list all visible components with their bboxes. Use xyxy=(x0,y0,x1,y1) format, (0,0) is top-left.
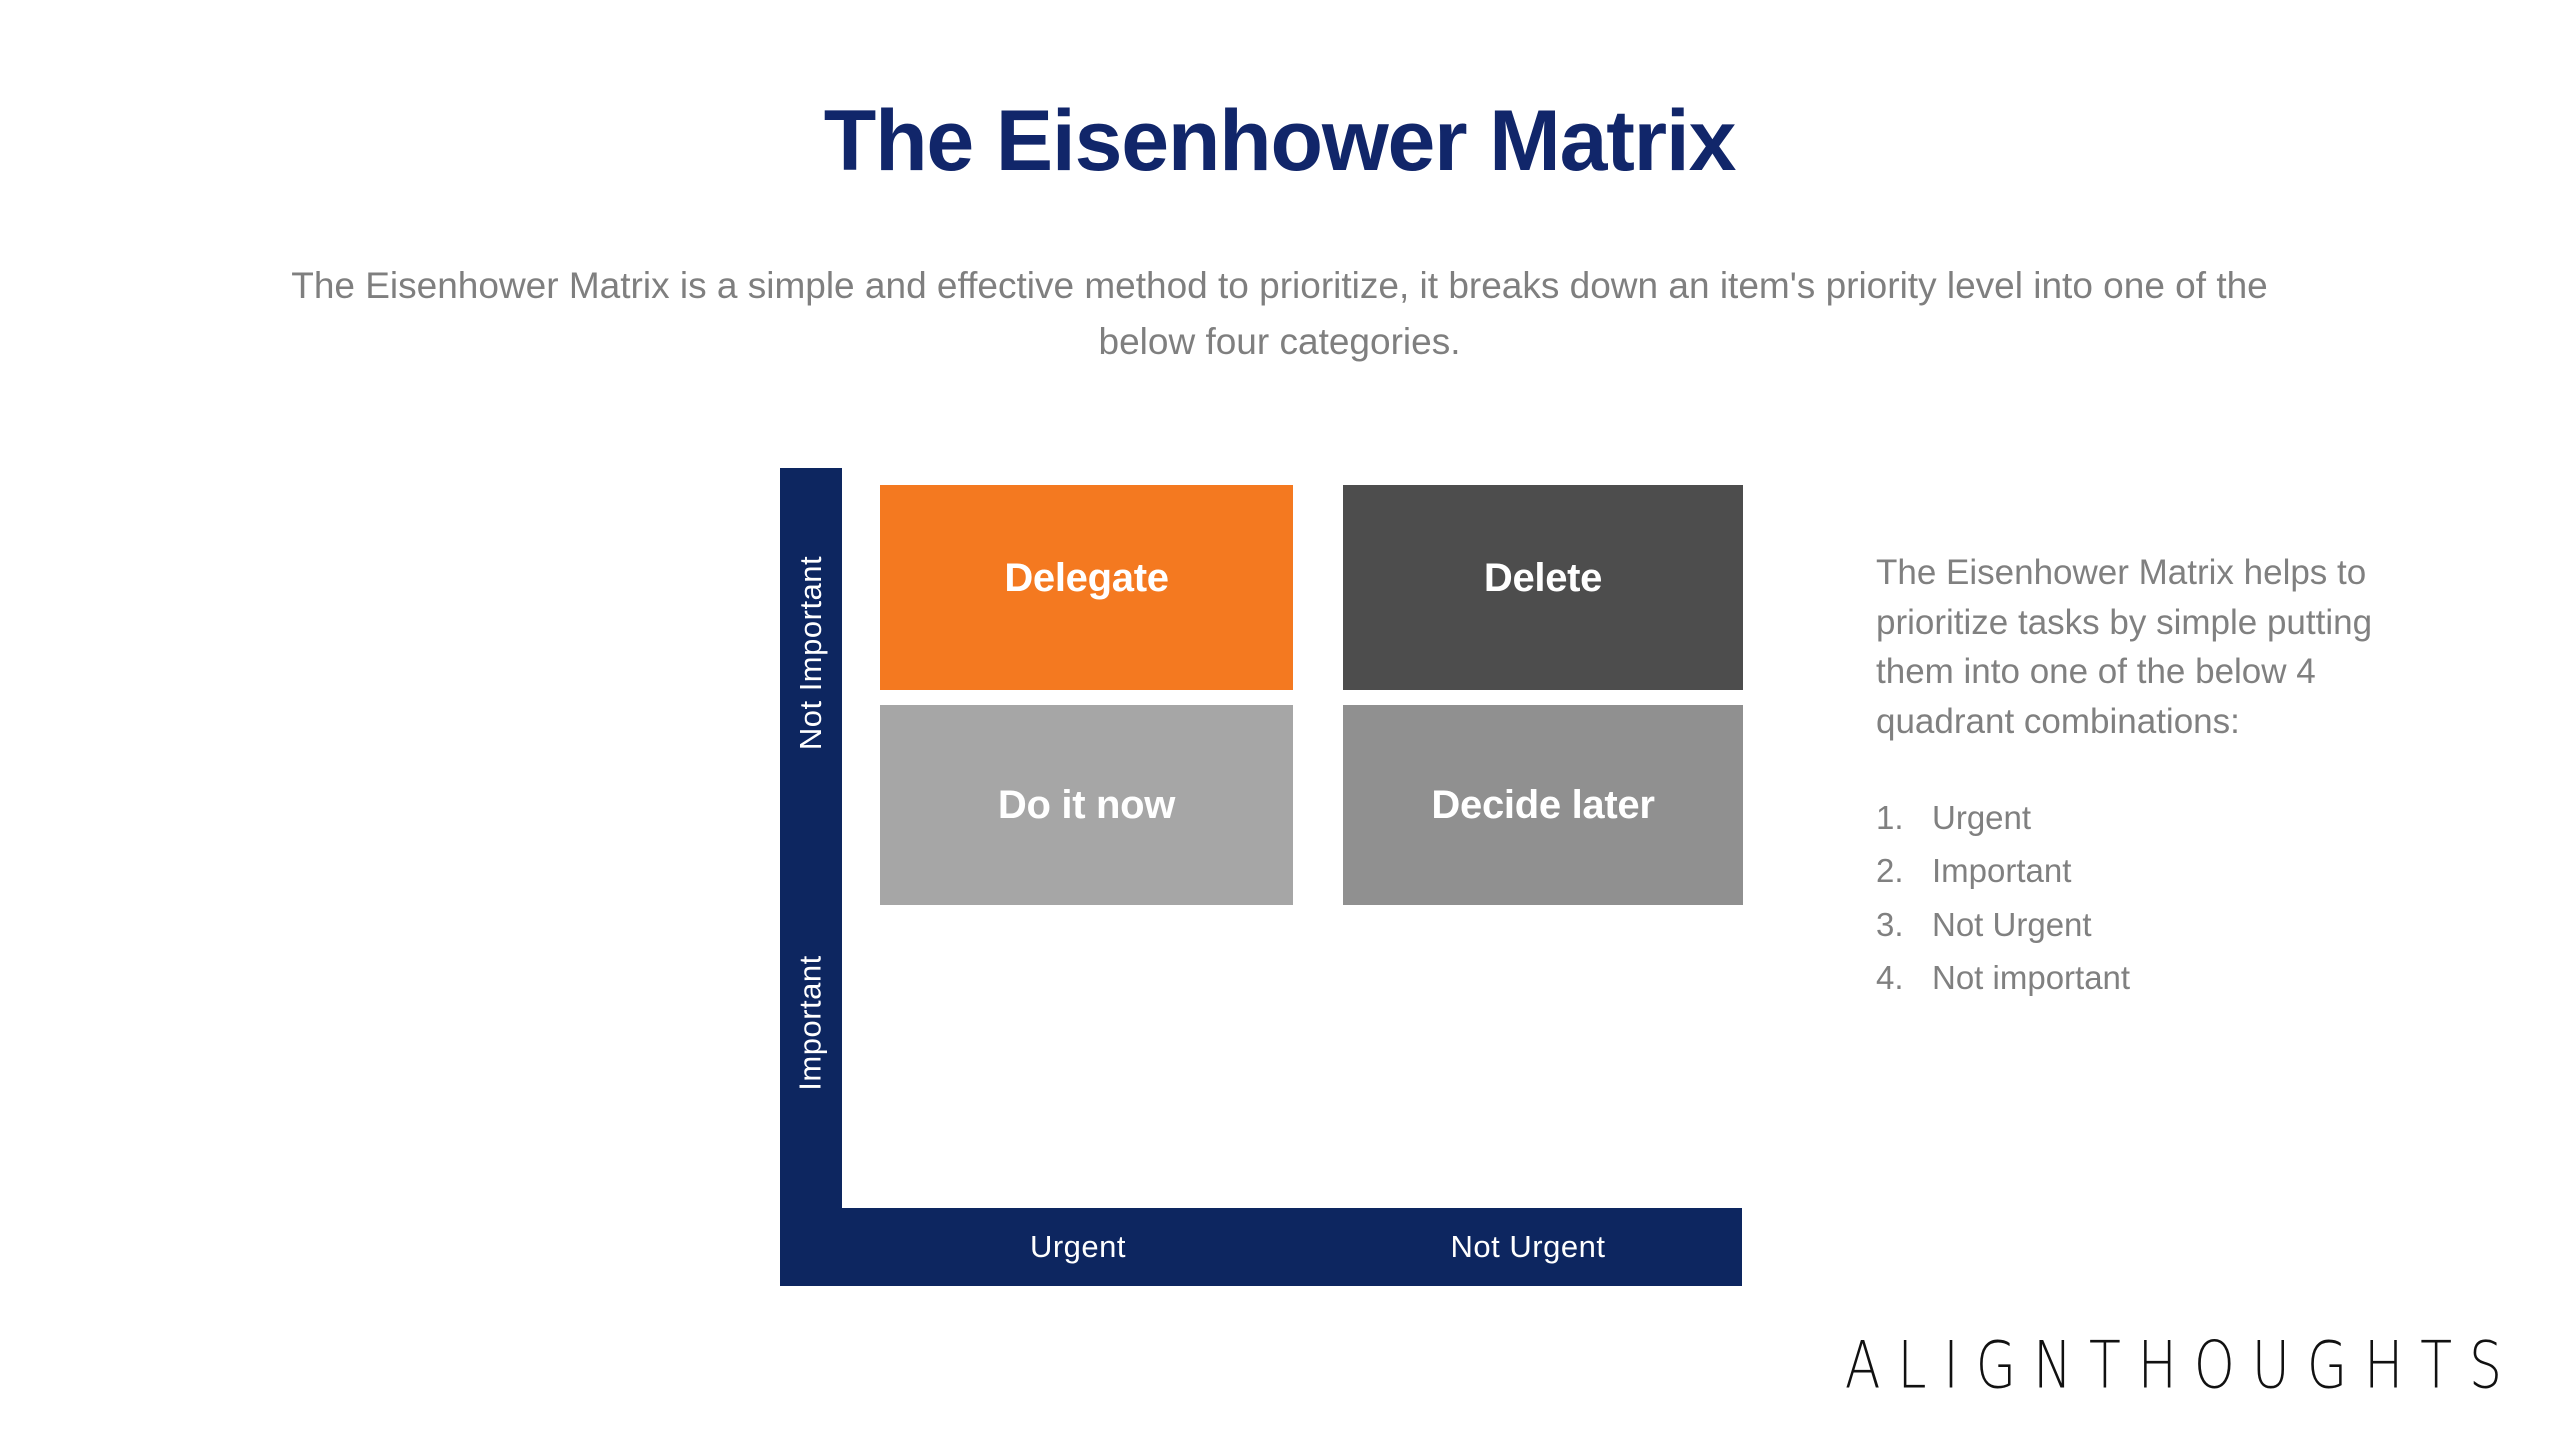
quadrant-decide-later[interactable]: Decide later xyxy=(1343,705,1743,905)
list-item: 2. Important xyxy=(1876,844,2436,897)
x-axis-label-not-urgent: Not Urgent xyxy=(1450,1229,1606,1264)
list-item: 3. Not Urgent xyxy=(1876,898,2436,951)
quadrant-do-it-now-label: Do it now xyxy=(997,782,1176,827)
quadrant-combinations-list: 1. Urgent 2. Important 3. Not Urgent 4. … xyxy=(1876,791,2436,1005)
y-axis-label-not-important-text: Not Important xyxy=(793,555,828,751)
quadrant-decide-later-label: Decide later xyxy=(1431,782,1655,827)
side-panel: The Eisenhower Matrix helps to prioritiz… xyxy=(1876,548,2436,1005)
page-title: The Eisenhower Matrix xyxy=(823,93,1737,189)
quadrant-delete[interactable]: Delete xyxy=(1343,485,1743,690)
list-item-number: 2. xyxy=(1876,852,1904,890)
list-item-label: Not Urgent xyxy=(1932,905,2092,943)
y-axis-label-important-text: Important xyxy=(793,955,829,1091)
list-item-number: 4. xyxy=(1876,959,1904,997)
list-item-label: Urgent xyxy=(1932,798,2032,836)
page-subtitle: The Eisenhower Matrix is a simple and ef… xyxy=(291,265,2268,362)
list-item-number: 3. xyxy=(1876,905,1904,943)
list-item: 1. Urgent xyxy=(1876,791,2436,844)
x-axis-label-urgent: Urgent xyxy=(1029,1229,1127,1264)
quadrant-delegate-label: Delegate xyxy=(1004,556,1169,600)
list-item: 4. Not important xyxy=(1876,951,2436,1004)
eisenhower-matrix: Not Important Important Urgent Not Urgen… xyxy=(780,468,1743,1286)
brand-logo: ALIGNTHOUGHTS xyxy=(1844,1328,2519,1404)
list-item-number: 1. xyxy=(1876,798,1904,836)
quadrant-do-it-now[interactable]: Do it now xyxy=(880,705,1293,905)
list-item-label: Not important xyxy=(1932,959,2131,997)
quadrant-delete-label: Delete xyxy=(1483,556,1603,600)
y-axis-label-not-important: Not Important xyxy=(780,468,842,838)
side-panel-paragraph: The Eisenhower Matrix helps to prioritiz… xyxy=(1876,553,2373,742)
list-item-label: Important xyxy=(1932,852,2072,890)
quadrant-delegate[interactable]: Delegate xyxy=(880,485,1293,690)
y-axis-label-important: Important xyxy=(780,838,842,1208)
